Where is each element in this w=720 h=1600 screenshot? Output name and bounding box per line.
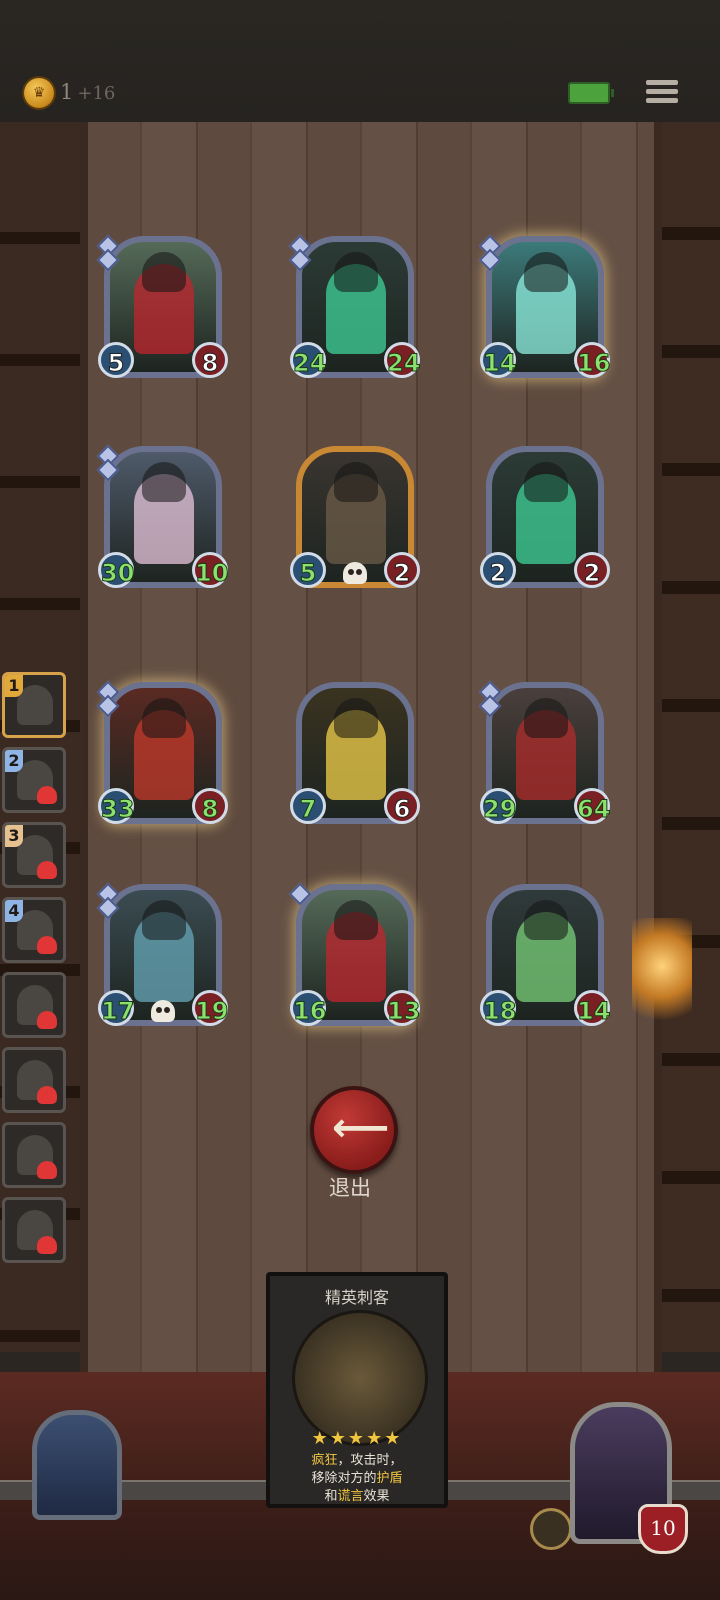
- desc-text: 移除对方的: [311, 1471, 377, 1486]
- star-rating: ★★★★★: [311, 1428, 403, 1449]
- unit-card[interactable]: 33 8: [96, 678, 228, 828]
- queue-number: 2: [5, 750, 23, 772]
- attack-value: 17: [98, 990, 135, 1026]
- card-art-head: [524, 462, 568, 502]
- attack-value: 24: [290, 342, 327, 378]
- lantern-icon: [632, 918, 692, 1038]
- attack-value: 30: [98, 552, 135, 588]
- attack-value: 16: [290, 990, 327, 1026]
- red-skull-icon: [37, 1011, 57, 1029]
- attack-value: 2: [480, 552, 516, 588]
- menu-icon: [646, 80, 678, 85]
- card-art-head: [142, 698, 186, 738]
- unit-card[interactable]: 58: [96, 232, 228, 382]
- exit-button[interactable]: ⟵: [310, 1086, 398, 1174]
- unit-card[interactable]: 29 64: [478, 678, 611, 828]
- card-art-head: [334, 462, 378, 502]
- attack-value: 5: [98, 342, 134, 378]
- attack-value: 5: [290, 552, 326, 588]
- health-value: 13: [384, 990, 421, 1026]
- keyword-lie: 谎言: [337, 1489, 364, 1504]
- unit-card[interactable]: 30 10: [96, 442, 229, 592]
- queue-slot[interactable]: [2, 1197, 66, 1263]
- health-value: 6: [384, 788, 420, 824]
- card-art-head: [334, 698, 378, 738]
- crown-coin-icon: ♛: [24, 78, 54, 108]
- battery-icon: [568, 82, 614, 104]
- health-value: 24: [384, 342, 421, 378]
- coin-income: +16: [77, 83, 116, 104]
- keyword-shield: 护盾: [376, 1471, 403, 1486]
- unit-card[interactable]: 14 16: [478, 232, 611, 382]
- queue-slot[interactable]: [2, 972, 66, 1038]
- health-value: 10: [192, 552, 229, 588]
- exit-label: 退出: [329, 1176, 371, 1200]
- opponent-hero-portrait[interactable]: [32, 1410, 122, 1520]
- queue-slot[interactable]: [2, 1122, 66, 1188]
- card-art-head: [524, 900, 568, 940]
- desc-text: 和: [324, 1489, 338, 1504]
- queue-slot[interactable]: 4: [2, 897, 66, 963]
- top-bar: ♛ 1 +16: [0, 0, 720, 124]
- arrow-left-icon: ⟵: [332, 1105, 390, 1151]
- skull-icon: [343, 562, 367, 584]
- attack-value: 29: [480, 788, 517, 824]
- health-value: 19: [192, 990, 229, 1026]
- keyword-frenzy: 疯狂: [311, 1453, 338, 1468]
- menu-button[interactable]: [646, 76, 680, 110]
- queue-slot[interactable]: [2, 1047, 66, 1113]
- queue-slot[interactable]: 2: [2, 747, 66, 813]
- queue-number: 1: [5, 675, 23, 697]
- health-value: 8: [192, 342, 228, 378]
- gold-fist-icon[interactable]: [530, 1508, 572, 1550]
- health-value: 14: [574, 990, 611, 1026]
- card-art-head: [524, 698, 568, 738]
- attack-value: 14: [480, 342, 517, 378]
- queue-slot[interactable]: 3: [2, 822, 66, 888]
- skull-icon: [151, 1000, 175, 1022]
- red-skull-icon: [37, 861, 57, 879]
- unit-card[interactable]: 16 13: [288, 880, 421, 1030]
- unit-card[interactable]: 76: [290, 678, 420, 828]
- health-value: 2: [574, 552, 610, 588]
- unit-card[interactable]: 22: [480, 442, 610, 592]
- card-art-head: [524, 252, 568, 292]
- unit-card[interactable]: 52: [290, 442, 420, 592]
- menu-icon-bar: [646, 89, 678, 94]
- health-value: 64: [574, 788, 611, 824]
- red-skull-icon: [37, 1086, 57, 1104]
- card-art-head: [334, 900, 378, 940]
- selected-card-portrait: [292, 1310, 428, 1446]
- red-skull-icon: [37, 1161, 57, 1179]
- attack-value: 7: [290, 788, 326, 824]
- unit-card[interactable]: 18 14: [480, 880, 611, 1030]
- card-art-head: [142, 462, 186, 502]
- queue-number: 3: [5, 825, 23, 847]
- health-value: 8: [192, 788, 228, 824]
- red-skull-icon: [37, 786, 57, 804]
- coin-count: 1: [60, 80, 74, 104]
- selected-card-panel[interactable]: 精英刺客 ★★★★★ 疯狂，攻击时， 移除对方的护盾 和谎言效果: [266, 1272, 448, 1508]
- red-skull-icon: [37, 1236, 57, 1254]
- coin-counter: 1 +16: [60, 80, 115, 104]
- red-skull-icon: [37, 936, 57, 954]
- health-value: 16: [574, 342, 611, 378]
- queue-slot[interactable]: 1: [2, 672, 66, 738]
- unit-card[interactable]: 17 19: [96, 880, 229, 1030]
- selected-card-description: 疯狂，攻击时， 移除对方的护盾 和谎言效果: [278, 1452, 436, 1506]
- selected-card-title: 精英刺客: [324, 1288, 389, 1307]
- attack-value: 18: [480, 990, 517, 1026]
- health-value: 2: [384, 552, 420, 588]
- player-hp: 10: [650, 1516, 676, 1540]
- menu-icon-bar: [646, 98, 678, 103]
- unit-card[interactable]: 24 24: [288, 232, 421, 382]
- desc-text: ，攻击时，: [337, 1453, 403, 1468]
- card-art-head: [142, 900, 186, 940]
- card-art-head: [142, 252, 186, 292]
- attack-value: 33: [98, 788, 135, 824]
- desc-text: 效果: [363, 1489, 390, 1504]
- heart-shield-icon: 10: [638, 1504, 688, 1554]
- card-art-head: [334, 252, 378, 292]
- queue-number: 4: [5, 900, 23, 922]
